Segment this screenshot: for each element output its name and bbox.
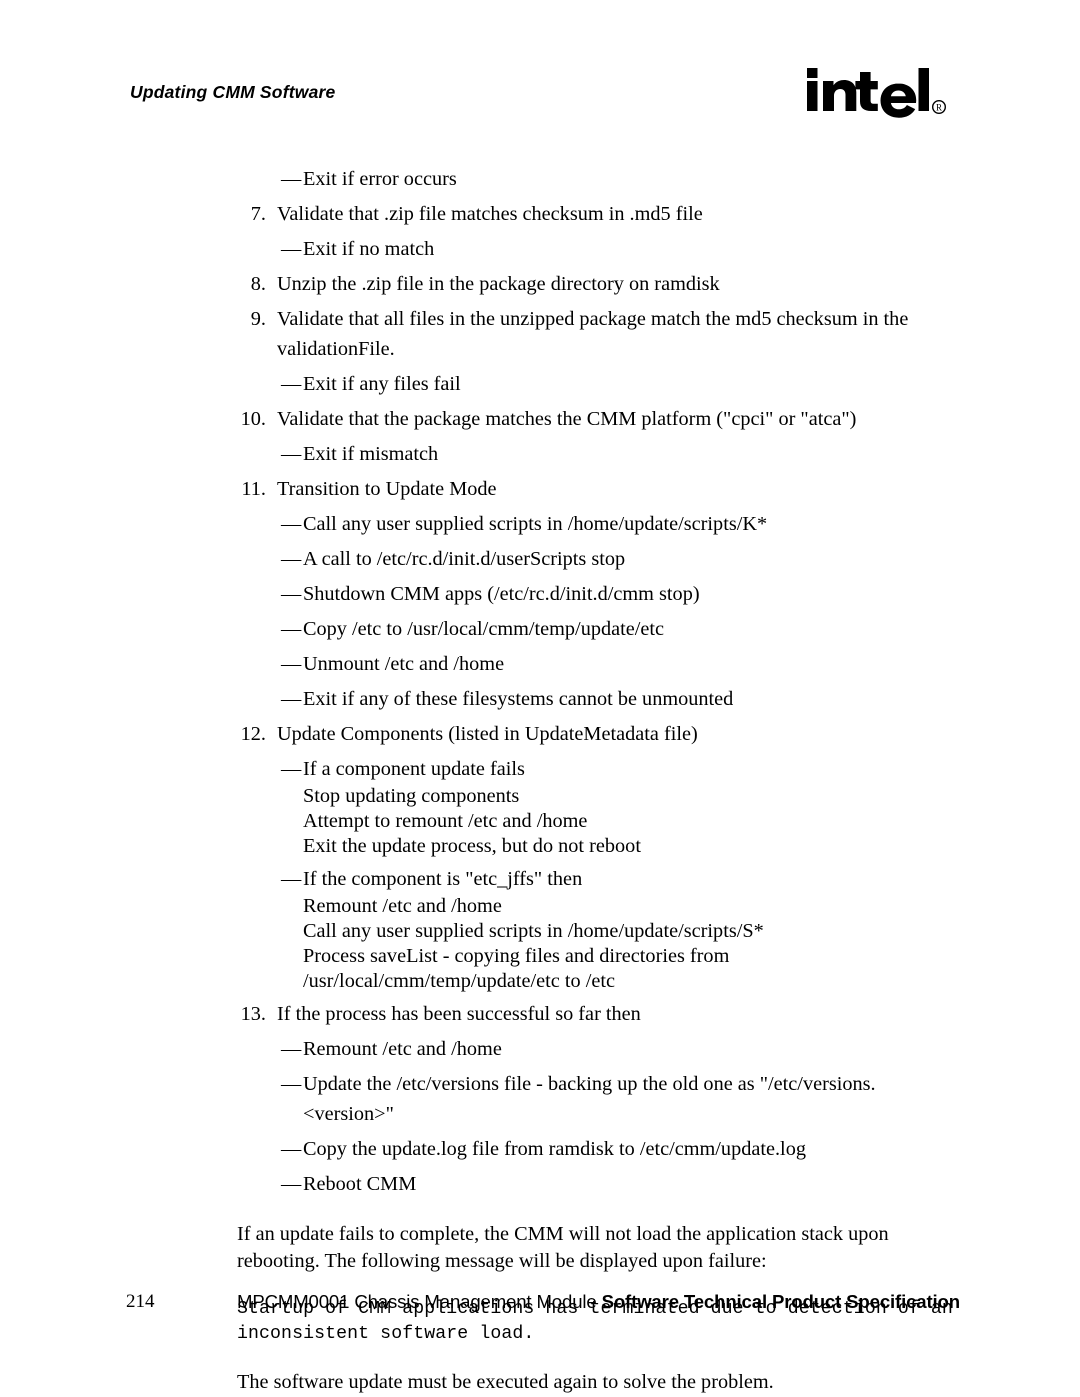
sub-item: — Unmount /etc and /home [0,649,1080,679]
em-dash-marker: — [281,1073,302,1095]
page-footer: 214 MPCMM0001 Chassis Management Module … [0,1289,1080,1319]
body-paragraph: If an update fails to complete, the CMM … [237,1223,889,1272]
svg-text:R: R [936,102,942,112]
sub-item: — Exit if any files fail [0,369,1080,399]
em-dash-marker: — [281,1138,302,1160]
list-item-number: 13. [240,1003,266,1025]
document-body: — Exit if error occurs 7. Validate that .z… [0,164,1080,1396]
sub-item-detail: Stop updating components [303,785,520,807]
em-dash-marker: — [281,1173,302,1195]
sub-item-detail: Remount /etc and /home [303,895,502,917]
em-dash-marker: — [281,373,302,395]
list-item-number: 10. [240,408,266,430]
list-item: 12. Update Components (listed in UpdateMe… [0,719,1080,749]
em-dash-marker: — [281,1038,302,1060]
em-dash-marker: — [281,548,302,570]
list-item: 8. Unzip the .zip file in the package dir… [0,269,1080,299]
sub-item-text: If a component update fails [303,758,525,780]
list-item-text: Validate that the package matches the CM… [277,408,857,430]
sub-item: — A call to /etc/rc.d/init.d/userScripts … [0,544,1080,574]
sub-item: — If the component is "etc_jffs" then [0,864,1080,894]
sub-item: — Exit if any of these filesystems cannot… [0,684,1080,714]
body-paragraph: The software update must be executed aga… [237,1371,774,1393]
sub-item: — Exit if mismatch [0,439,1080,469]
sub-item-text: Exit if mismatch [303,443,439,465]
em-dash-marker: — [281,758,302,780]
sub-item: — Update the /etc/versions file - backing… [0,1069,1080,1129]
list-item-number: 7. [250,203,266,225]
em-dash-marker: — [281,583,302,605]
list-item-number: 11. [241,478,266,500]
em-dash-marker: — [281,618,302,640]
em-dash-marker: — [281,868,302,890]
list-item-number: 12. [240,723,266,745]
intel-logo: R [805,64,950,126]
list-item-text: Transition to Update Mode [277,478,497,500]
sub-item-text: Exit if any files fail [303,373,461,395]
list-item: 13. If the process has been successful so… [0,999,1080,1029]
sub-item-text: Exit if any of these filesystems cannot … [303,688,734,710]
em-dash-marker: — [281,653,302,675]
em-dash-marker: — [281,168,302,190]
sub-item: — Shutdown CMM apps (/etc/rc.d/init.d/cmm… [0,579,1080,609]
sub-item: — If a component update fails [0,754,1080,784]
sub-item-detail: Process saveList - copying files and dir… [303,945,730,992]
footer-document-title: MPCMM0001 Chassis Management Module Soft… [237,1289,960,1315]
footer-doc-title: Software Technical Product Specification [601,1291,961,1312]
sub-item-detail: Call any user supplied scripts in /home/… [303,920,764,942]
sub-item-detail: Attempt to remount /etc and /home [303,810,588,832]
sub-item: — Copy /etc to /usr/local/cmm/temp/update… [0,614,1080,644]
sub-item-text: Shutdown CMM apps (/etc/rc.d/init.d/cmm … [303,583,700,605]
em-dash-marker: — [281,238,302,260]
list-item-text: If the process has been successful so fa… [277,1003,641,1025]
sub-item-text: A call to /etc/rc.d/init.d/userScripts s… [303,548,626,570]
sub-item-text: Exit if no match [303,238,435,260]
list-item-text: Validate that .zip file matches checksum… [277,203,703,225]
sub-item: — Reboot CMM [0,1169,1080,1199]
sub-item-text: Update the /etc/versions file - backing … [303,1073,876,1125]
list-item-number: 9. [250,308,266,330]
page-number: 214 [126,1291,155,1312]
list-item-text: Update Components (listed in UpdateMetad… [277,723,698,745]
sub-item-text: If the component is "etc_jffs" then [303,868,583,890]
sub-item: — Remount /etc and /home [0,1034,1080,1064]
document-page: Updating CMM Software R — Exit if error … [0,0,1080,1397]
sub-item: — Copy the update.log file from ramdisk t… [0,1134,1080,1164]
sub-item-text: Reboot CMM [303,1173,417,1195]
sub-item: — Exit if error occurs [0,164,1080,194]
em-dash-marker: — [281,688,302,710]
em-dash-marker: — [281,443,302,465]
sub-item: — Call any user supplied scripts in /home… [0,509,1080,539]
sub-item-text: Exit if error occurs [303,168,457,190]
sub-item-text: Copy the update.log file from ramdisk to… [303,1138,806,1160]
list-item: 9. Validate that all files in the unzippe… [0,304,1080,364]
sub-item-text: Remount /etc and /home [303,1038,502,1060]
sub-item-text: Copy /etc to /usr/local/cmm/temp/update/… [303,618,665,640]
page-header-title: Updating CMM Software [130,82,336,102]
list-item: 11. Transition to Update Mode [0,474,1080,504]
em-dash-marker: — [281,513,302,535]
running-header: Updating CMM Software R [0,68,1080,142]
sub-item-text: Unmount /etc and /home [303,653,505,675]
list-item: 7. Validate that .zip file matches checks… [0,199,1080,229]
list-item: 10. Validate that the package matches the… [0,404,1080,434]
sub-item-text: Call any user supplied scripts in /home/… [303,513,768,535]
footer-doc-name: MPCMM0001 Chassis Management Module [237,1291,602,1312]
list-item-number: 8. [250,273,266,295]
list-item-text: Unzip the .zip file in the package direc… [277,273,720,295]
sub-item: — Exit if no match [0,234,1080,264]
sub-item-detail: Exit the update process, but do not rebo… [303,835,641,857]
list-item-text: Validate that all files in the unzipped … [277,308,909,360]
